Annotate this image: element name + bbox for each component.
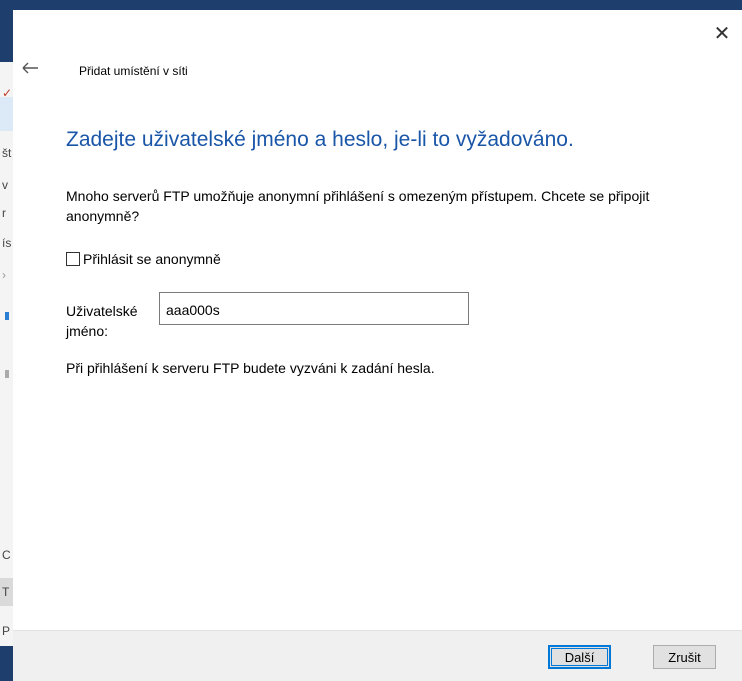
checkbox-box[interactable] (66, 252, 80, 266)
background-text: ís (2, 236, 12, 250)
background-text: T (2, 585, 10, 599)
username-label: Uživatelské jméno: (66, 303, 138, 339)
password-note: Při přihlášení k serveru FTP budete vyzv… (66, 360, 435, 376)
back-button[interactable] (21, 60, 45, 80)
background-chevron-icon: › (2, 268, 6, 282)
next-button[interactable]: Další (548, 645, 611, 669)
background-text: r (2, 206, 6, 220)
dialog-footer: Další Zrušit (13, 630, 742, 681)
background-text: št (2, 146, 12, 160)
close-icon: ✕ (713, 23, 731, 45)
background-taskbar (0, 646, 13, 681)
background-highlight (0, 97, 13, 131)
cancel-button[interactable]: Zrušit (653, 645, 716, 669)
anonymous-login-checkbox[interactable]: Přihlásit se anonymně (66, 250, 221, 268)
add-network-location-dialog: ✕ Přidat umístění v síti Zadejte uživate… (13, 0, 742, 681)
back-arrow-icon (22, 62, 38, 74)
background-text: C (2, 548, 11, 562)
anonymous-login-label: Přihlásit se anonymně (83, 251, 221, 267)
page-heading: Zadejte uživatelské jméno a heslo, je-li… (66, 128, 574, 151)
background-text: v (2, 178, 8, 192)
background-text: P (2, 624, 11, 638)
background-marker (5, 312, 9, 320)
username-input[interactable] (159, 292, 469, 325)
background-window-edge: ✓ št v r ís › C T P (0, 0, 13, 681)
wizard-title: Přidat umístění v síti (79, 64, 188, 78)
anonymous-description: Mnoho serverů FTP umožňuje anonymní přih… (66, 188, 650, 224)
screen: ✓ št v r ís › C T P ✕ Přidat umístění v … (0, 0, 742, 681)
background-titlebar (0, 0, 13, 62)
background-marker (5, 370, 9, 378)
dialog-top-band (13, 0, 742, 10)
close-button[interactable]: ✕ (710, 22, 734, 46)
